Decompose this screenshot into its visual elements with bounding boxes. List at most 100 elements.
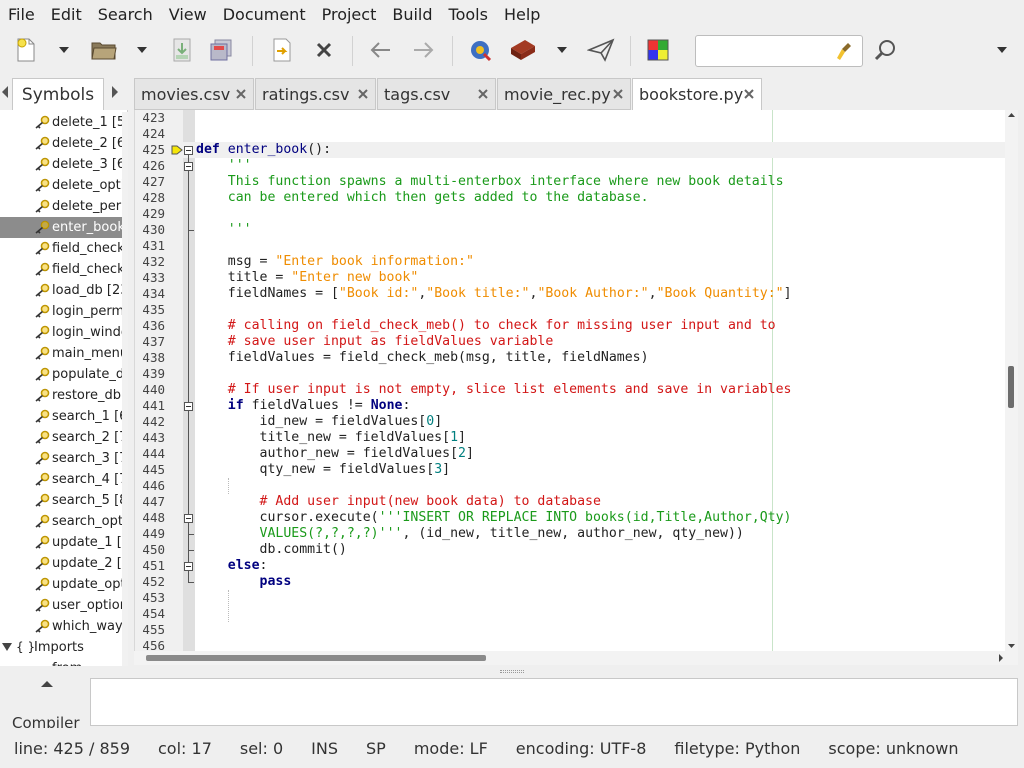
menu-tools[interactable]: Tools xyxy=(441,0,496,30)
symbol-item[interactable]: field_check_ xyxy=(0,259,122,280)
tab-scroll-left-icon[interactable] xyxy=(2,86,8,98)
code-line[interactable]: 438 fieldValues = field_check_meb(msg, t… xyxy=(135,350,1018,366)
fold-toggle-icon[interactable] xyxy=(184,146,193,155)
open-file-icon[interactable] xyxy=(90,36,118,64)
tab-document[interactable]: movie_rec.py xyxy=(497,78,631,110)
code-line[interactable]: 448 cursor.execute('''INSERT OR REPLACE … xyxy=(135,510,1018,526)
symbol-item[interactable]: search_2 [7 xyxy=(0,427,122,448)
code-line[interactable]: 436 # calling on field_check_meb() to ch… xyxy=(135,318,1018,334)
code-line[interactable]: 430 ''' xyxy=(135,222,1018,238)
code-line[interactable]: 427 This function spawns a multi-enterbo… xyxy=(135,174,1018,190)
tab-document[interactable]: tags.csv xyxy=(377,78,496,110)
tab-close-icon[interactable] xyxy=(612,88,624,100)
tab-document[interactable]: movies.csv xyxy=(134,78,254,110)
new-dropdown-icon[interactable] xyxy=(56,36,72,64)
code-line[interactable]: 442 id_new = fieldValues[0] xyxy=(135,414,1018,430)
symbol-item[interactable]: update_opt xyxy=(0,574,122,595)
symbol-item[interactable]: search_3 [7 xyxy=(0,448,122,469)
code-line[interactable]: 428 can be entered which then gets added… xyxy=(135,190,1018,206)
symbol-item[interactable]: search_opti xyxy=(0,511,122,532)
code-line[interactable]: 425 def enter_book(): xyxy=(135,142,1018,158)
symbol-item[interactable]: update_1 [4 xyxy=(0,532,122,553)
code-line[interactable]: 450 db.commit() xyxy=(135,542,1018,558)
symbol-item[interactable]: which_way xyxy=(0,616,122,637)
symbol-item[interactable]: delete_optic xyxy=(0,175,122,196)
save-icon[interactable] xyxy=(168,36,196,64)
back-icon[interactable] xyxy=(366,36,394,64)
code-line[interactable]: 440 # If user input is not empty, slice … xyxy=(135,382,1018,398)
symbol-item[interactable]: restore_db xyxy=(0,385,122,406)
tab-close-icon[interactable] xyxy=(357,88,369,100)
symbol-item[interactable]: search_4 [7 xyxy=(0,469,122,490)
code-line[interactable]: 426 ''' xyxy=(135,158,1018,174)
symbol-item[interactable]: from ... xyxy=(0,658,122,666)
menu-file[interactable]: File xyxy=(0,0,43,30)
symbol-item[interactable]: load_db [23 xyxy=(0,280,122,301)
code-line[interactable]: 447 # Add user input(new book data) to d… xyxy=(135,494,1018,510)
menu-view[interactable]: View xyxy=(161,0,215,30)
tab-close-icon[interactable] xyxy=(235,88,247,100)
code-line[interactable]: 455 xyxy=(135,622,1018,638)
collapse-icon[interactable] xyxy=(40,680,54,688)
code-line[interactable]: 451 else: xyxy=(135,558,1018,574)
horizontal-scroll-thumb[interactable] xyxy=(146,655,486,661)
code-line[interactable]: 434 fieldNames = ["Book id:","Book title… xyxy=(135,286,1018,302)
symbol-item[interactable]: user_option xyxy=(0,595,122,616)
symbol-item[interactable]: delete_2 [6 xyxy=(0,133,122,154)
symbol-item[interactable]: search_1 [6 xyxy=(0,406,122,427)
code-line[interactable]: 431 xyxy=(135,238,1018,254)
code-line[interactable]: 446 xyxy=(135,478,1018,494)
clear-search-icon[interactable] xyxy=(836,41,854,65)
sidebar-scrollbar[interactable] xyxy=(122,112,128,666)
symbol-item[interactable]: main_menu xyxy=(0,343,122,364)
new-file-icon[interactable] xyxy=(12,36,40,64)
symbol-item[interactable]: delete_perm xyxy=(0,196,122,217)
symbol-item[interactable]: delete_3 [6 xyxy=(0,154,122,175)
editor-horizontal-scrollbar[interactable] xyxy=(134,651,1018,665)
symbol-item[interactable]: login_windo xyxy=(0,322,122,343)
symbol-item[interactable]: search_5 [8 xyxy=(0,490,122,511)
code-line[interactable]: 453 xyxy=(135,590,1018,606)
code-line[interactable]: 435 xyxy=(135,302,1018,318)
toolbar-overflow-icon[interactable] xyxy=(994,36,1010,64)
code-line[interactable]: 445 qty_new = fieldValues[3] xyxy=(135,462,1018,478)
symbol-item[interactable]: update_2 [5 xyxy=(0,553,122,574)
code-line[interactable]: 423 xyxy=(135,110,1018,126)
code-line[interactable]: 444 author_new = fieldValues[2] xyxy=(135,446,1018,462)
color-chooser-icon[interactable] xyxy=(644,36,672,64)
symbol-item[interactable]: enter_book xyxy=(0,217,122,238)
tab-symbols[interactable]: Symbols xyxy=(12,78,104,110)
symbol-group-imports[interactable]: { } Imports xyxy=(0,637,122,658)
code-editor[interactable]: 423 424 425 def enter_book(): 426 ''' 427 Thi… xyxy=(134,110,1018,651)
tab-close-icon[interactable] xyxy=(743,88,755,100)
code-line[interactable]: 432 msg = "Enter book information:" xyxy=(135,254,1018,270)
symbol-item[interactable]: delete_1 [5 xyxy=(0,112,122,133)
tab-document[interactable]: bookstore.py xyxy=(632,78,762,110)
code-line[interactable]: 424 xyxy=(135,126,1018,142)
code-line[interactable]: 452 pass xyxy=(135,574,1018,590)
tab-document[interactable]: ratings.csv xyxy=(255,78,376,110)
search-input[interactable] xyxy=(695,35,863,67)
build-dropdown-icon[interactable] xyxy=(554,36,570,64)
find-icon[interactable] xyxy=(872,36,900,64)
editor-vertical-scrollbar[interactable] xyxy=(1005,110,1018,651)
menu-edit[interactable]: Edit xyxy=(43,0,90,30)
tab-scroll-right-icon[interactable] xyxy=(112,86,118,98)
run-icon[interactable] xyxy=(586,36,616,64)
code-line[interactable]: 456 xyxy=(135,638,1018,651)
build-icon[interactable] xyxy=(508,36,538,64)
fold-toggle-icon[interactable] xyxy=(184,162,193,171)
forward-icon[interactable] xyxy=(410,36,438,64)
compile-icon[interactable] xyxy=(466,36,494,64)
revert-icon[interactable] xyxy=(268,36,296,64)
code-line[interactable]: 443 title_new = fieldValues[1] xyxy=(135,430,1018,446)
expander-icon[interactable] xyxy=(2,643,12,651)
code-line[interactable]: 454 xyxy=(135,606,1018,622)
menu-help[interactable]: Help xyxy=(496,0,548,30)
symbol-item[interactable]: populate_dl xyxy=(0,364,122,385)
save-all-icon[interactable] xyxy=(208,36,236,64)
code-line[interactable]: 437 # save user input as fieldValues var… xyxy=(135,334,1018,350)
menu-document[interactable]: Document xyxy=(215,0,314,30)
vertical-scroll-thumb[interactable] xyxy=(1008,366,1014,408)
code-line[interactable]: 429 xyxy=(135,206,1018,222)
